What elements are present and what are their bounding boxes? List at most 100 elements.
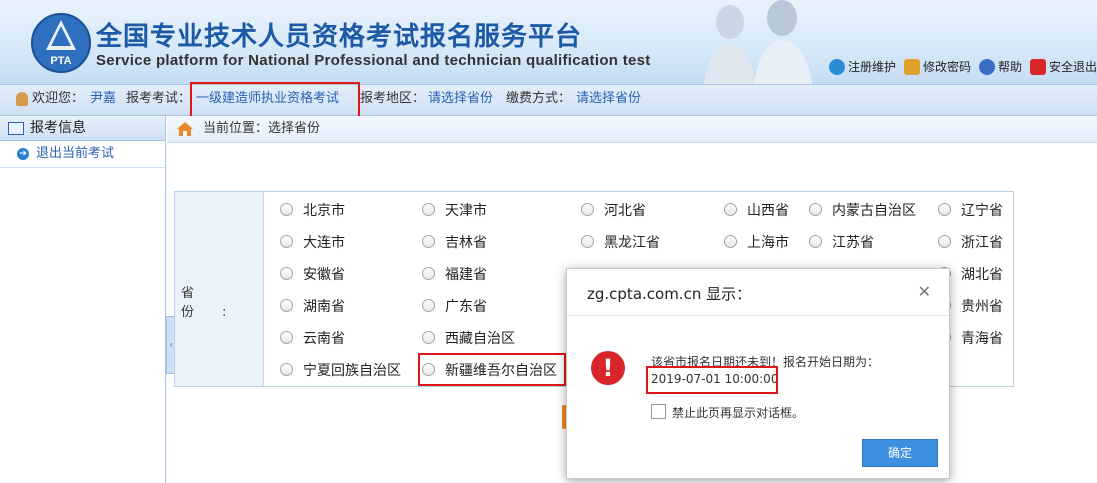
province-option[interactable]: 河北省 (581, 202, 646, 220)
province-option[interactable]: 吉林省 (422, 234, 487, 252)
province-option[interactable]: 上海市 (724, 234, 789, 252)
radio-icon[interactable] (938, 235, 951, 248)
province-option-label: 新疆维吾尔自治区 (445, 363, 557, 379)
exam-value[interactable]: 一级建造师执业资格考试 (196, 85, 339, 113)
radio-icon[interactable] (280, 331, 293, 344)
region-label: 报考地区： (360, 91, 426, 106)
welcome-label: 欢迎您： (32, 91, 85, 106)
province-option[interactable]: 江苏省 (809, 234, 874, 252)
province-option-label: 吉林省 (445, 235, 487, 251)
radio-icon[interactable] (280, 203, 293, 216)
radio-icon[interactable] (724, 203, 737, 216)
province-option-label: 河北省 (604, 203, 646, 219)
ok-button[interactable]: 确定 (862, 439, 938, 467)
pta-logo: PTA (31, 13, 91, 73)
dialog-message: 该省市报名日期还未到！报名开始日期为： (651, 355, 880, 369)
suppress-dialog-label: 禁止此页再显示对话框。 (672, 406, 805, 420)
province-option[interactable]: 辽宁省 (938, 202, 1003, 220)
dialog-title: zg.cpta.com.cn 显示： (587, 285, 752, 303)
province-option-label: 云南省 (303, 331, 345, 347)
province-option-label: 北京市 (303, 203, 345, 219)
radio-icon[interactable] (280, 299, 293, 312)
sidebar: 报考信息 ➔ 退出当前考试 (0, 116, 166, 483)
home-icon (177, 122, 193, 136)
province-option-label: 山西省 (747, 203, 789, 219)
region-value[interactable]: 请选择省份 (428, 85, 493, 113)
exam-label: 报考考试： (126, 91, 192, 106)
radio-icon[interactable] (422, 267, 435, 280)
link-register-label: 注册维护 (847, 60, 896, 74)
province-option[interactable]: 北京市 (280, 202, 345, 220)
province-option-label: 天津市 (445, 203, 487, 219)
close-icon[interactable]: ✕ (918, 282, 931, 301)
radio-icon[interactable] (938, 203, 951, 216)
user-icon (16, 92, 28, 106)
province-option[interactable]: 广东省 (422, 298, 487, 316)
header-banner: PTA 全国专业技术人员资格考试报名服务平台 Service platform … (0, 0, 1097, 84)
province-label-cell: 省 份: (175, 192, 264, 386)
link-logout[interactable]: 安全退出 (1029, 58, 1097, 75)
link-help-label: 帮助 (997, 60, 1022, 74)
warning-icon: ! (591, 351, 625, 385)
dialog-date: 2019-07-01 10:00:00 (651, 372, 779, 386)
link-change-password-label: 修改密码 (922, 60, 971, 74)
alert-dialog: zg.cpta.com.cn 显示： ✕ ! 该省市报名日期还未到！报名开始日期… (566, 268, 950, 479)
province-option[interactable]: 山西省 (724, 202, 789, 220)
pay-value[interactable]: 请选择省份 (576, 85, 641, 113)
info-bar: 欢迎您： 尹嘉 报考考试： 一级建造师执业资格考试 报考地区： 请选择省份 缴费… (0, 84, 1097, 116)
radio-icon[interactable] (422, 331, 435, 344)
radio-icon[interactable] (809, 235, 822, 248)
top-links: 注册维护 修改密码 帮助 安全退出 (828, 58, 1097, 75)
province-option[interactable]: 黑龙江省 (581, 234, 660, 252)
province-option[interactable]: 湖南省 (280, 298, 345, 316)
sidebar-header: 报考信息 (0, 116, 165, 141)
province-option-label: 辽宁省 (961, 203, 1003, 219)
province-option[interactable]: 宁夏回族自治区 (280, 362, 401, 380)
province-option-label: 湖北省 (961, 267, 1003, 283)
radio-icon[interactable] (280, 363, 293, 376)
sidebar-header-label: 报考信息 (30, 120, 86, 136)
province-option[interactable]: 浙江省 (938, 234, 1003, 252)
help-icon (978, 58, 995, 75)
radio-icon[interactable] (581, 203, 594, 216)
province-option[interactable]: 天津市 (422, 202, 487, 220)
radio-icon[interactable] (422, 363, 435, 376)
sidebar-item-label: 退出当前考试 (36, 146, 115, 161)
province-option[interactable]: 内蒙古自治区 (809, 202, 916, 220)
link-register[interactable]: 注册维护 (828, 58, 896, 75)
province-option-label: 上海市 (747, 235, 789, 251)
radio-icon[interactable] (280, 235, 293, 248)
province-label: 省 份: (181, 286, 255, 320)
breadcrumb-text: 当前位置：选择省份 (203, 121, 321, 136)
province-option-label: 浙江省 (961, 235, 1003, 251)
site-title-cn: 全国专业技术人员资格考试报名服务平台 (96, 22, 583, 52)
link-help[interactable]: 帮助 (978, 58, 1022, 75)
radio-icon[interactable] (422, 203, 435, 216)
province-option-label: 内蒙古自治区 (832, 203, 916, 219)
province-option[interactable]: 西藏自治区 (422, 330, 515, 348)
radio-icon[interactable] (422, 299, 435, 312)
province-option-label: 福建省 (445, 267, 487, 283)
dialog-divider (567, 315, 949, 316)
province-option-label: 广东省 (445, 299, 487, 315)
radio-icon[interactable] (809, 203, 822, 216)
lock-icon (903, 58, 920, 75)
province-option[interactable]: 新疆维吾尔自治区 (422, 362, 557, 380)
province-option[interactable]: 大连市 (280, 234, 345, 252)
radio-icon[interactable] (581, 235, 594, 248)
suppress-dialog-checkbox[interactable] (651, 404, 666, 419)
province-option-label: 宁夏回族自治区 (303, 363, 401, 379)
window-icon (8, 122, 24, 135)
radio-icon[interactable] (422, 235, 435, 248)
radio-icon[interactable] (280, 267, 293, 280)
radio-icon[interactable] (724, 235, 737, 248)
province-option[interactable]: 福建省 (422, 266, 487, 284)
province-option-label: 贵州省 (961, 299, 1003, 315)
province-option[interactable]: 安徽省 (280, 266, 345, 284)
link-logout-label: 安全退出 (1048, 60, 1097, 74)
province-option-label: 黑龙江省 (604, 235, 660, 251)
sidebar-item-exit-exam[interactable]: ➔ 退出当前考试 (0, 141, 165, 168)
province-option[interactable]: 云南省 (280, 330, 345, 348)
province-option-label: 大连市 (303, 235, 345, 251)
link-change-password[interactable]: 修改密码 (903, 58, 971, 75)
